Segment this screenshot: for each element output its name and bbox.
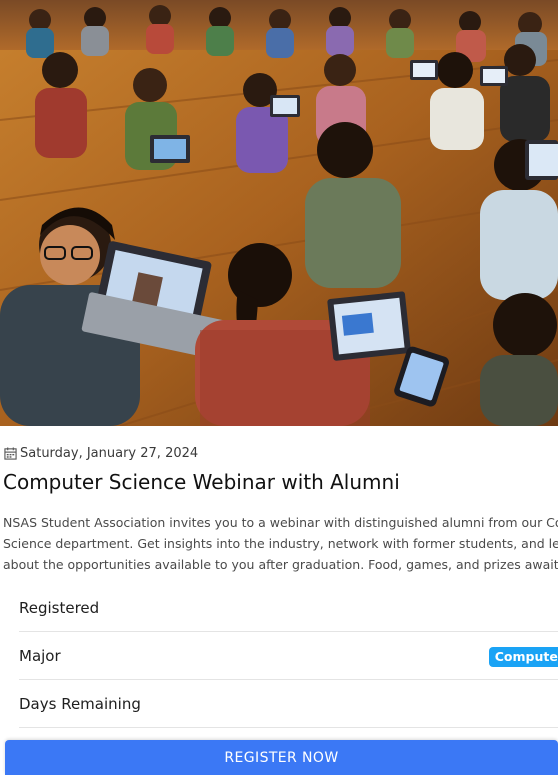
major-label: Major: [19, 646, 61, 665]
event-date: Saturday, January 27, 2024: [20, 445, 199, 461]
register-now-button[interactable]: REGISTER NOW: [5, 740, 558, 775]
event-description-container: NSAS Student Association invites you to …: [3, 512, 558, 576]
major-chip: Computer: [488, 647, 558, 667]
event-info-list: Registered Major Computer Days Remaining: [19, 584, 558, 728]
registered-label: Registered: [19, 598, 100, 617]
days-remaining-label: Days Remaining: [19, 694, 141, 713]
event-title: Computer Science Webinar with Alumni: [3, 470, 400, 494]
event-hero-image: [0, 0, 558, 426]
info-row-registered: Registered: [19, 584, 558, 632]
event-date-row: Saturday, January 27, 2024: [4, 443, 198, 463]
students-with-laptops-illustration: [0, 0, 558, 426]
event-description: NSAS Student Association invites you to …: [3, 515, 558, 572]
info-row-days-remaining: Days Remaining: [19, 680, 558, 728]
calendar-icon: [4, 446, 17, 460]
info-row-major: Major Computer: [19, 632, 558, 680]
